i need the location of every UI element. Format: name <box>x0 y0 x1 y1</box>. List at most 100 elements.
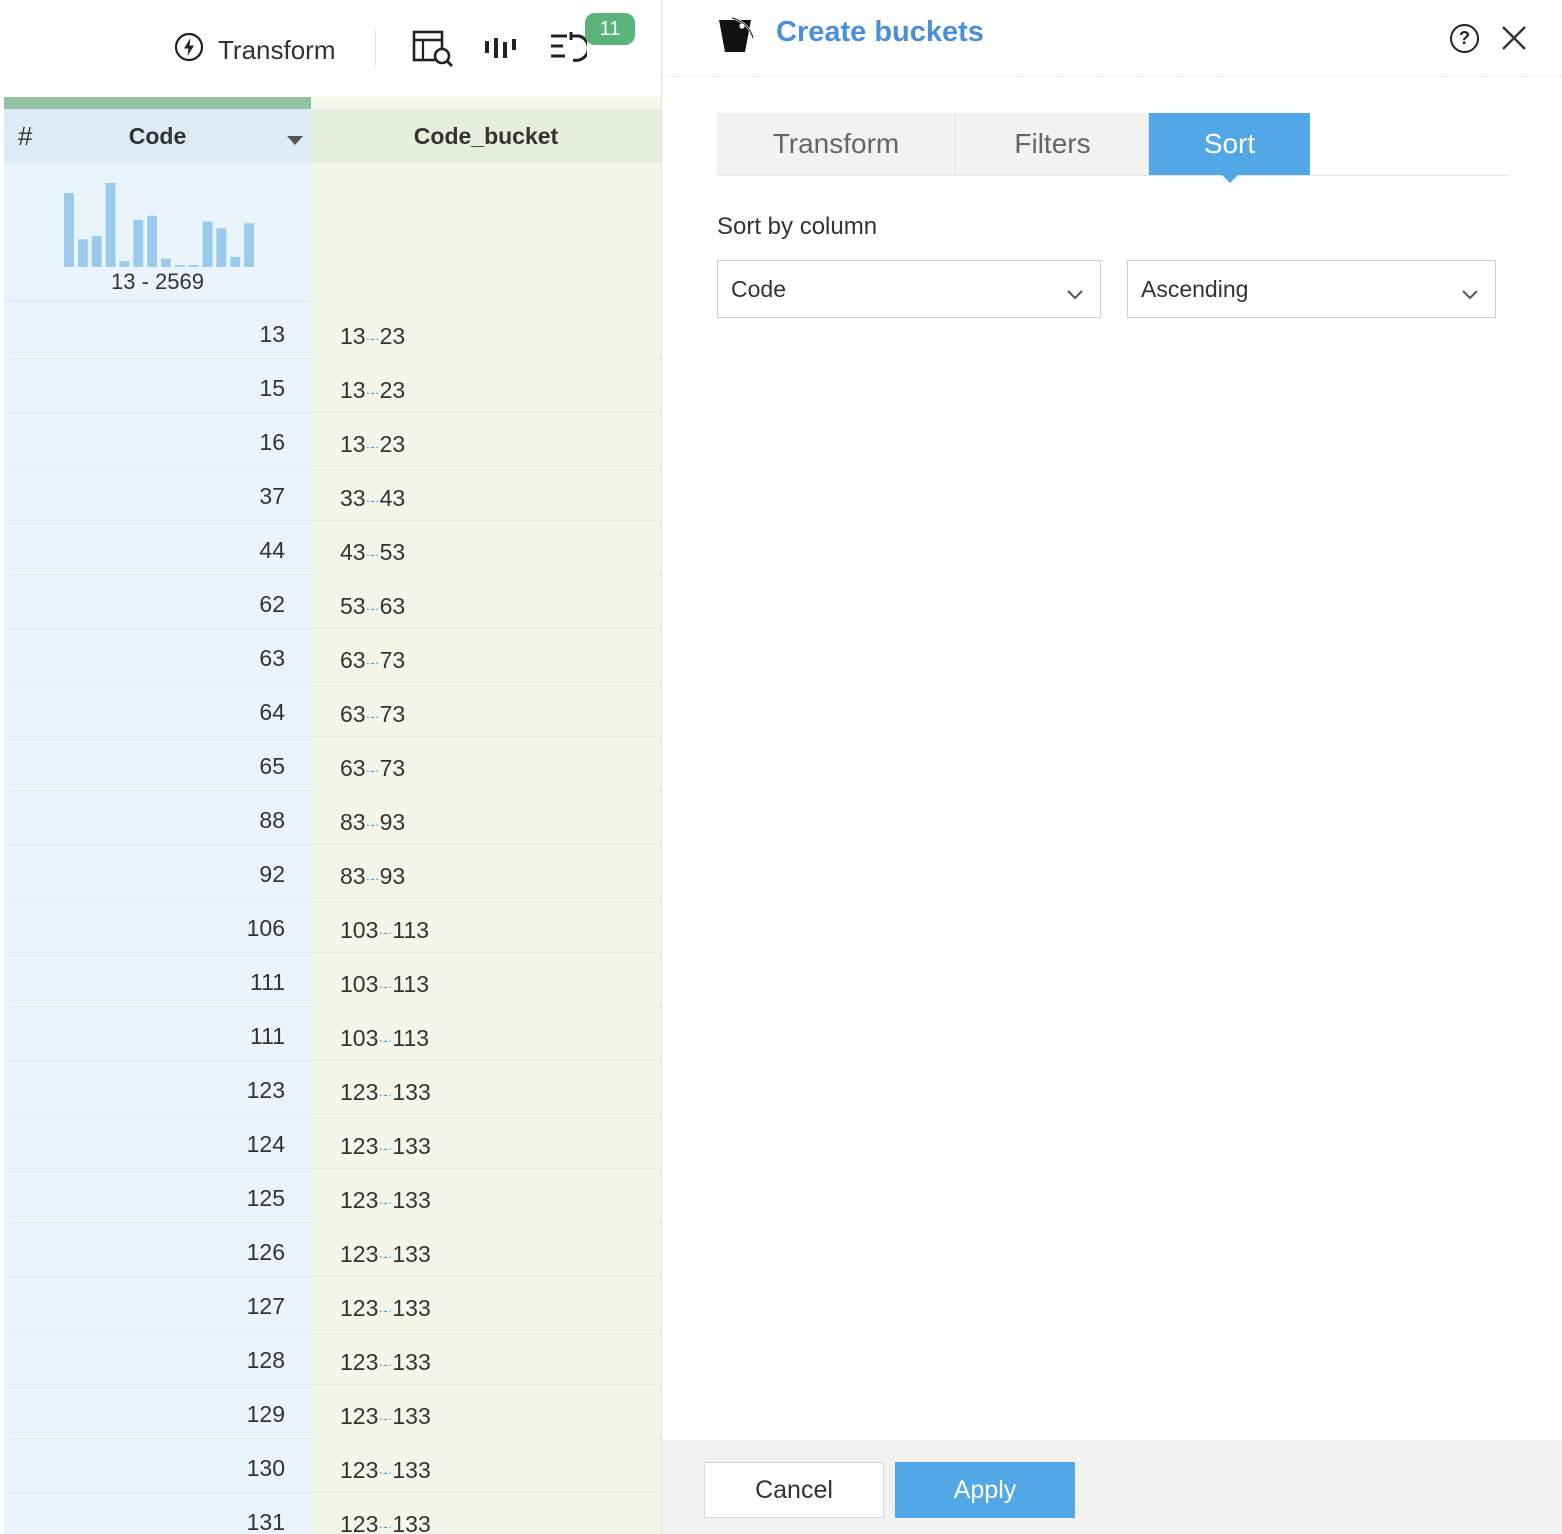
code-histogram[interactable] <box>64 177 254 267</box>
bucket-to: 23 <box>379 377 406 403</box>
cancel-button[interactable]: Cancel <box>704 1462 884 1518</box>
table-row[interactable]: 65 63·-·73 <box>0 737 661 791</box>
table-row[interactable]: 62 53·-·63 <box>0 575 661 629</box>
table-row[interactable]: 126 123·-·133 <box>0 1223 661 1277</box>
table-row[interactable]: 123 123·-·133 <box>0 1061 661 1115</box>
table-row[interactable]: 127 123·-·133 <box>0 1277 661 1331</box>
bucket-from: 103 <box>340 917 379 943</box>
table-row[interactable]: 129 123·-·133 <box>0 1385 661 1439</box>
bucket-cell: 63·-·73 <box>340 647 405 674</box>
table-row[interactable]: 92 83·-·93 <box>0 845 661 899</box>
code-column-header[interactable]: # Code <box>4 109 311 163</box>
toolbar: Transform 11 <box>0 0 661 97</box>
table-row[interactable]: 125 123·-·133 <box>0 1169 661 1223</box>
help-icon[interactable]: ? <box>1450 24 1479 53</box>
code-cell: 127 <box>246 1293 285 1319</box>
code-header-label: Code <box>128 122 187 149</box>
histogram-bar[interactable] <box>147 215 157 267</box>
bucket-to: 23 <box>379 431 406 457</box>
bucket-to: 133 <box>392 1241 431 1267</box>
bucket-to: 73 <box>379 755 406 781</box>
tab-sort[interactable]: Sort <box>1149 113 1310 183</box>
table-row[interactable]: 63 63·-·73 <box>0 629 661 683</box>
bucket-to: 23 <box>379 323 406 349</box>
bucket-from: 33 <box>340 485 366 511</box>
table-row[interactable]: 88 83·-·93 <box>0 791 661 845</box>
range-separator: ·-· <box>378 1031 393 1048</box>
code-cell: 15 <box>259 375 285 401</box>
histogram-bar[interactable] <box>64 193 74 267</box>
table-row[interactable]: 130 123·-·133 <box>0 1439 661 1493</box>
bucket-from: 43 <box>340 539 366 565</box>
bucket-from: 123 <box>340 1187 379 1213</box>
histogram-bar[interactable] <box>188 265 199 267</box>
bucket-from: 123 <box>340 1457 379 1483</box>
histogram-bar[interactable] <box>202 221 213 267</box>
table-search-icon[interactable] <box>411 28 455 75</box>
bucket-from: 83 <box>340 863 366 889</box>
bucket-to: 133 <box>392 1295 431 1321</box>
range-separator: ·-· <box>365 329 380 346</box>
bucket-cell: 123·-·133 <box>340 1079 431 1106</box>
dialog-footer: Cancel Apply <box>662 1440 1562 1534</box>
data-grid-pane: Transform 11 # Code 13 - 2569 Code_bucke… <box>0 0 661 1534</box>
bucket-from: 123 <box>340 1241 379 1267</box>
histogram-bar[interactable] <box>230 256 241 267</box>
histogram-bar[interactable] <box>91 235 102 267</box>
table-row[interactable]: 37 33·-·43 <box>0 467 661 521</box>
table-row[interactable]: 16 13·-·23 <box>0 413 661 467</box>
tab-transform[interactable]: Transform <box>717 113 956 175</box>
bucket-from: 63 <box>340 755 366 781</box>
histogram-bar[interactable] <box>244 223 254 267</box>
dialog-title: Create buckets <box>776 16 984 48</box>
bucket-cell: 103·-·113 <box>340 1025 429 1052</box>
table-row[interactable]: 111 103·-·113 <box>0 1007 661 1061</box>
histogram-range: 13 - 2569 <box>111 269 204 294</box>
bucket-to: 93 <box>379 809 406 835</box>
code-cell: 64 <box>259 699 285 725</box>
close-icon[interactable] <box>1500 24 1528 57</box>
histogram-bar[interactable] <box>105 183 116 267</box>
column-stats-icon[interactable] <box>484 36 520 67</box>
range-separator: ·-· <box>378 1193 393 1210</box>
code-cell: 44 <box>259 537 285 563</box>
table-row[interactable]: 128 123·-·133 <box>0 1331 661 1385</box>
divider <box>4 301 311 302</box>
histogram-bar[interactable] <box>174 265 185 267</box>
code-bucket-column-header[interactable]: Code_bucket <box>311 109 661 163</box>
table-row[interactable]: 64 63·-·73 <box>0 683 661 737</box>
bucket-cell: 63·-·73 <box>340 701 405 728</box>
range-separator: ·-· <box>378 1301 393 1318</box>
range-separator: ·-· <box>365 599 380 616</box>
range-separator: ·-· <box>365 707 380 724</box>
history-icon[interactable] <box>549 30 590 71</box>
bucket-cell: 123·-·133 <box>340 1457 431 1484</box>
range-separator: ·-· <box>365 491 380 508</box>
histogram-bar[interactable] <box>216 228 227 267</box>
bolt-icon <box>174 32 204 69</box>
tab-filters[interactable]: Filters <box>957 113 1149 175</box>
bucket-to: 63 <box>379 593 406 619</box>
table-row[interactable]: 111 103·-·113 <box>0 953 661 1007</box>
table-row[interactable]: 15 13·-·23 <box>0 359 661 413</box>
code-cell: 111 <box>250 1023 285 1049</box>
histogram-bar[interactable] <box>119 261 130 267</box>
histogram-bar[interactable] <box>133 220 144 267</box>
dialog-tabs: Transform Filters Sort <box>717 113 1509 183</box>
bucket-to: 93 <box>379 863 406 889</box>
bucket-to: 73 <box>379 701 406 727</box>
apply-button[interactable]: Apply <box>895 1462 1075 1518</box>
table-row[interactable]: 124 123·-·133 <box>0 1115 661 1169</box>
histogram-bar[interactable] <box>77 239 88 267</box>
transform-button[interactable]: Transform <box>174 32 336 69</box>
sort-by-label: Sort by column <box>717 213 878 240</box>
table-row[interactable]: 44 43·-·53 <box>0 521 661 575</box>
sort-order-select[interactable]: Ascending <box>1127 260 1496 318</box>
sort-column-select[interactable]: Code <box>717 260 1101 318</box>
histogram-bar[interactable] <box>161 258 171 267</box>
range-separator: ·-· <box>378 1355 393 1372</box>
table-row[interactable]: 13 13·-·23 <box>0 305 661 359</box>
table-row[interactable]: 131 123·-·133 <box>0 1493 661 1534</box>
column-menu-caret-icon[interactable] <box>287 136 303 145</box>
table-row[interactable]: 106 103·-·113 <box>0 899 661 953</box>
